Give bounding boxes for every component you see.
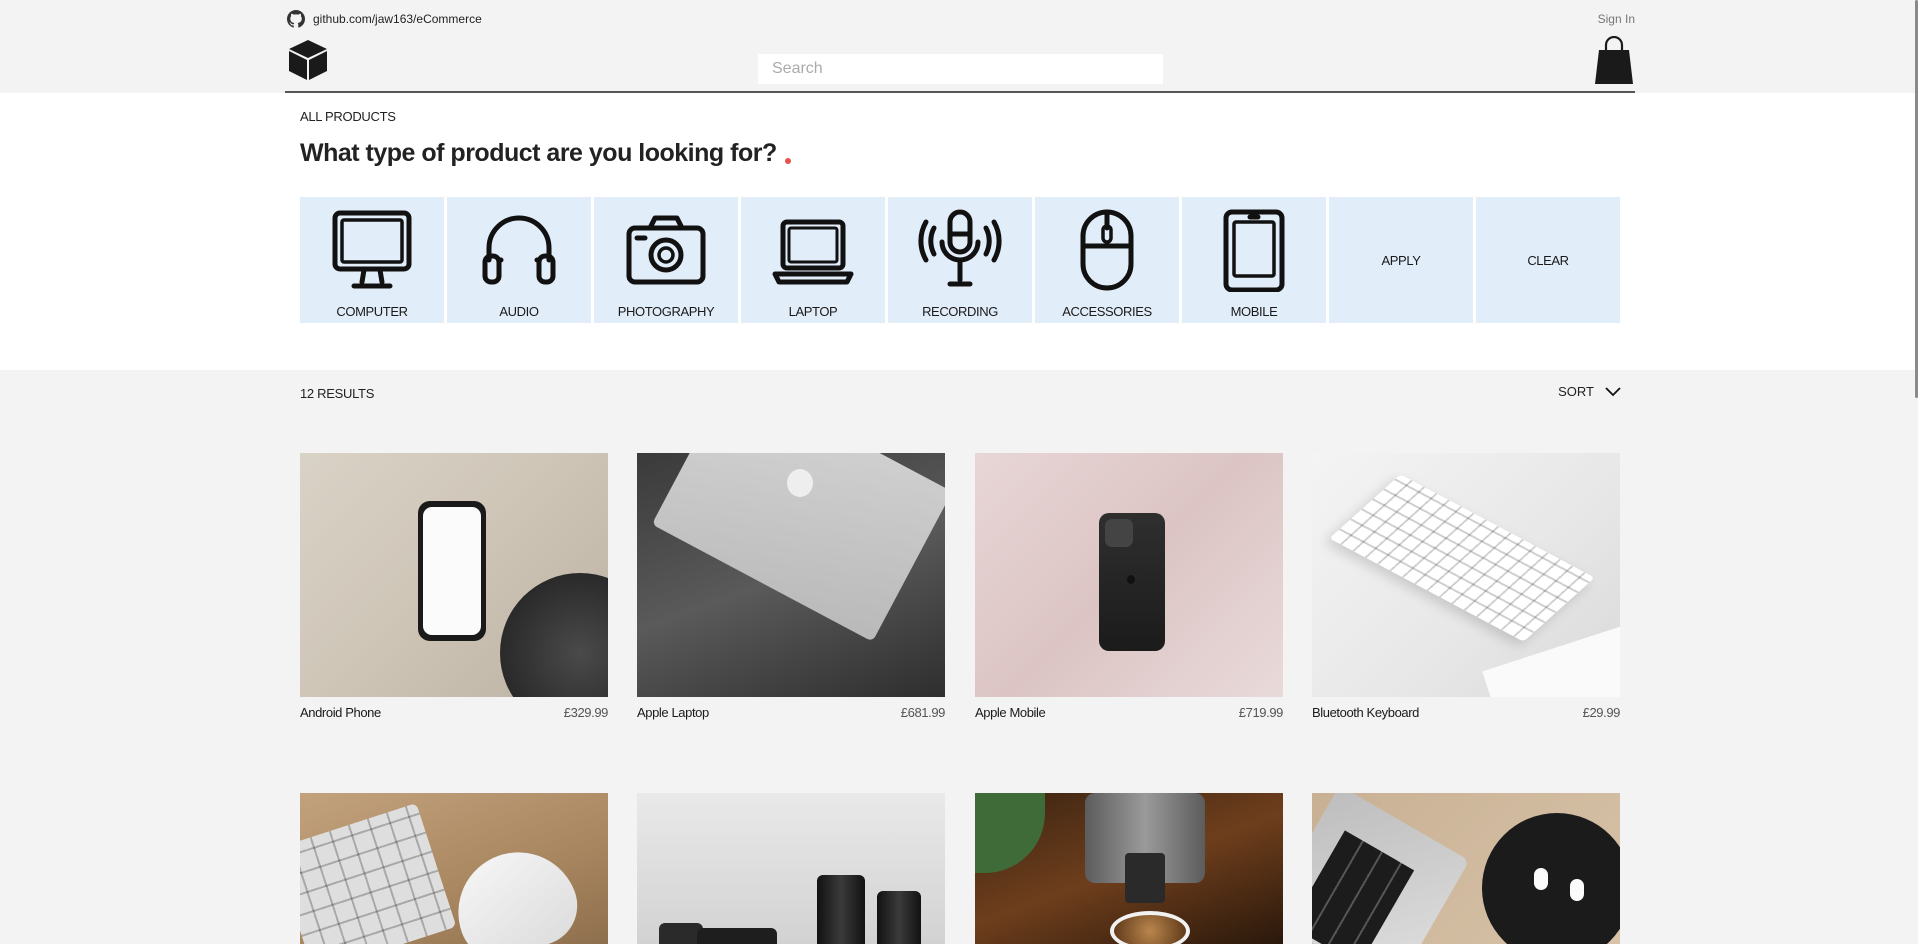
category-label: COMPUTER — [336, 304, 408, 319]
category-label: PHOTOGRAPHY — [617, 304, 715, 319]
filter-section: ALL PRODUCTS What type of product are yo… — [0, 93, 1918, 370]
category-computer[interactable]: COMPUTER — [300, 197, 444, 323]
mouse-icon — [1080, 209, 1134, 291]
laptop-icon — [772, 219, 854, 285]
product-card[interactable] — [975, 793, 1283, 944]
apply-button-label: APPLY — [1381, 252, 1421, 268]
product-price: £329.99 — [563, 705, 609, 720]
clear-button[interactable]: CLEAR — [1476, 197, 1620, 323]
product-image[interactable] — [1312, 793, 1620, 944]
product-price: £29.99 — [1582, 705, 1621, 720]
product-image[interactable] — [975, 793, 1283, 944]
category-laptop[interactable]: LAPTOP — [741, 197, 885, 323]
category-label: MOBILE — [1230, 304, 1278, 319]
product-image[interactable] — [637, 453, 945, 697]
microphone-icon — [918, 209, 1002, 287]
apply-button[interactable]: APPLY — [1329, 197, 1473, 323]
headphones-icon — [482, 215, 556, 285]
product-image[interactable] — [300, 793, 608, 944]
product-name: Apple Mobile — [975, 705, 1046, 720]
category-tiles: COMPUTER AUDIO PHOTOGRAPHY LAPTOP RECORD… — [300, 197, 1620, 323]
category-label: AUDIO — [499, 304, 539, 319]
category-photography[interactable]: PHOTOGRAPHY — [594, 197, 738, 323]
breadcrumb: ALL PRODUCTS — [300, 109, 396, 124]
product-card[interactable] — [1312, 793, 1620, 944]
product-image[interactable] — [300, 453, 608, 697]
product-card[interactable]: Apple Laptop £681.99 — [637, 453, 945, 720]
required-dot — [784, 157, 791, 164]
chevron-down-icon — [1605, 386, 1621, 396]
camera-icon — [626, 215, 706, 285]
computer-icon — [332, 210, 412, 289]
results-count: 12 RESULTS — [300, 386, 375, 401]
product-image[interactable] — [637, 793, 945, 944]
product-image[interactable] — [975, 453, 1283, 697]
product-name: Apple Laptop — [637, 705, 709, 720]
sort-label: SORT — [1558, 384, 1594, 399]
site-header: github.com/jaw163/eCommerce Sign In — [0, 0, 1918, 93]
github-icon — [287, 10, 305, 28]
product-name: Android Phone — [300, 705, 381, 720]
category-mobile[interactable]: MOBILE — [1182, 197, 1326, 323]
category-label: ACCESSORIES — [1062, 304, 1152, 319]
product-card[interactable] — [300, 793, 608, 944]
sort-dropdown[interactable]: SORT — [1558, 384, 1622, 399]
product-name: Bluetooth Keyboard — [1312, 705, 1419, 720]
search-input[interactable] — [758, 54, 1163, 84]
product-card[interactable] — [637, 793, 945, 944]
github-repo-link[interactable]: github.com/jaw163/eCommerce — [287, 10, 482, 28]
category-label: LAPTOP — [788, 304, 838, 319]
category-label: RECORDING — [922, 304, 998, 319]
cube-logo-icon[interactable] — [287, 38, 329, 82]
github-repo-text: github.com/jaw163/eCommerce — [313, 12, 482, 26]
header-inner: github.com/jaw163/eCommerce Sign In — [285, 0, 1635, 93]
category-accessories[interactable]: ACCESSORIES — [1035, 197, 1179, 323]
category-recording[interactable]: RECORDING — [888, 197, 1032, 323]
product-card[interactable]: Bluetooth Keyboard £29.99 — [1312, 453, 1620, 720]
product-card[interactable]: Apple Mobile £719.99 — [975, 453, 1283, 720]
page-title: What type of product are you looking for… — [300, 139, 791, 168]
product-image[interactable] — [1312, 453, 1620, 697]
category-audio[interactable]: AUDIO — [447, 197, 591, 323]
sign-in-link[interactable]: Sign In — [1598, 12, 1635, 26]
page-title-text: What type of product are you looking for… — [300, 139, 777, 167]
clear-button-label: CLEAR — [1527, 252, 1569, 268]
product-price: £681.99 — [900, 705, 946, 720]
shopping-bag-icon[interactable] — [1593, 36, 1635, 86]
mobile-icon — [1223, 209, 1285, 292]
product-price: £719.99 — [1238, 705, 1284, 720]
product-card[interactable]: Android Phone £329.99 — [300, 453, 608, 720]
